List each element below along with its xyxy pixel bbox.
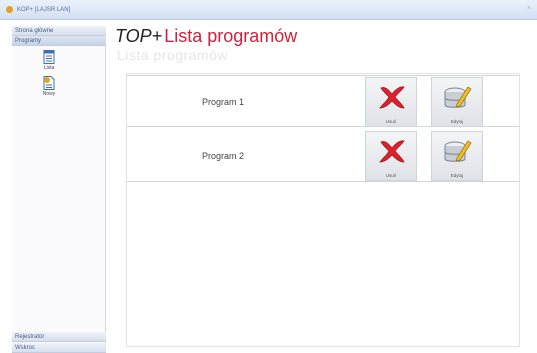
database-edit-icon bbox=[444, 140, 472, 162]
list-document-icon bbox=[43, 50, 55, 64]
sidebar-header-programs[interactable]: Programy bbox=[12, 36, 106, 46]
edit-button[interactable]: Edytuj bbox=[431, 77, 483, 127]
close-icon[interactable]: × bbox=[527, 5, 531, 12]
app-icon bbox=[6, 6, 13, 13]
program-row: Program 1 Usuń Edytuj bbox=[127, 75, 519, 127]
sidebar-item-list[interactable]: Lista bbox=[34, 50, 64, 71]
sidebar-item-label: Nowy bbox=[42, 91, 56, 97]
title-bar: KOP+ [LAJSR LAN] × bbox=[0, 0, 537, 20]
sidebar-header-home[interactable]: Strona główne bbox=[12, 26, 106, 36]
delete-x-icon bbox=[379, 140, 405, 163]
edit-button[interactable]: Edytuj bbox=[431, 131, 483, 181]
delete-x-icon bbox=[379, 86, 405, 109]
window-title: KOP+ [LAJSR LAN] bbox=[17, 6, 71, 13]
new-document-icon bbox=[43, 76, 55, 90]
sidebar-header-other[interactable]: Wskroc bbox=[12, 343, 106, 353]
sidebar-header-recorder[interactable]: Rejestrator bbox=[12, 332, 106, 342]
database-edit-icon bbox=[444, 86, 472, 108]
delete-button[interactable]: Usuń bbox=[365, 77, 417, 127]
page-heading: Lista programów bbox=[164, 26, 298, 46]
program-name: Program 1 bbox=[202, 97, 245, 107]
sidebar-item-new[interactable]: Nowy bbox=[34, 76, 64, 97]
edit-label: Edytuj bbox=[450, 173, 464, 178]
sidebar-item-label: Lista bbox=[43, 65, 55, 71]
title-reflection: Lista programów bbox=[117, 47, 228, 63]
delete-label: Usuń bbox=[385, 119, 397, 124]
sidebar: Strona główne Programy Lista Nowy Rejest… bbox=[12, 26, 106, 353]
delete-button[interactable]: Usuń bbox=[365, 131, 417, 181]
programs-list: Program 1 Usuń Edytuj Program 2 Usuń Edy… bbox=[126, 73, 520, 347]
page-title: TOP+ Lista programów bbox=[115, 26, 297, 48]
program-name: Program 2 bbox=[202, 151, 245, 161]
delete-label: Usuń bbox=[385, 173, 397, 178]
edit-label: Edytuj bbox=[450, 119, 464, 124]
brand-label: TOP+ bbox=[115, 26, 163, 46]
program-row: Program 2 Usuń Edytuj bbox=[127, 130, 519, 182]
